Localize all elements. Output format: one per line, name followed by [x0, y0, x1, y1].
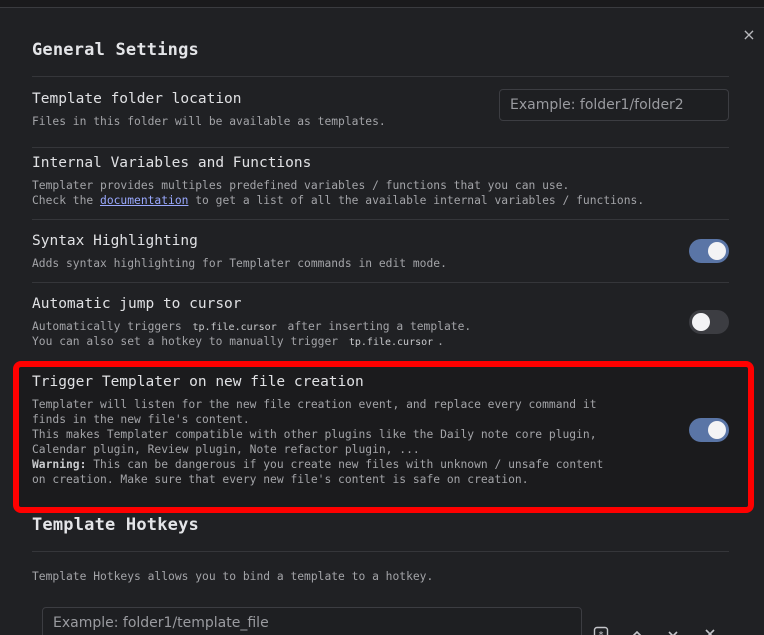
trigger-warning-line1: Warning: This can be dangerous if you cr… — [32, 457, 603, 472]
trigger-desc-line2: finds in the new file's content. — [32, 413, 250, 426]
auto-jump-desc-line2: You can also set a hotkey to manually tr… — [32, 334, 444, 350]
desc-text: . — [437, 335, 444, 348]
trigger-desc-line4: Calendar plugin, Review plugin, Note ref… — [32, 443, 420, 456]
trigger-desc-line3: This makes Templater compatible with oth… — [32, 428, 597, 441]
template-folder-name: Template folder location — [32, 91, 242, 107]
toggle-knob — [708, 421, 726, 439]
desc-text: This can be dangerous if you create new … — [86, 458, 604, 471]
desc-text: Automatically triggers — [32, 320, 189, 333]
internal-vars-desc-line1: Templater provides multiples predefined … — [32, 179, 570, 192]
desc-text: You can also set a hotkey to manually tr… — [32, 335, 345, 348]
documentation-link[interactable]: documentation — [100, 194, 188, 207]
close-icon[interactable] — [698, 624, 722, 635]
code-snippet: tp.file.cursor — [348, 337, 434, 348]
auto-jump-name: Automatic jump to cursor — [32, 296, 242, 312]
general-settings-heading: General Settings — [32, 40, 199, 60]
divider — [32, 219, 729, 220]
trigger-on-create-toggle[interactable] — [689, 418, 729, 442]
syntax-highlighting-toggle[interactable] — [689, 239, 729, 263]
toggle-knob — [708, 242, 726, 260]
toggle-knob — [692, 313, 710, 331]
chevron-down-icon[interactable] — [661, 624, 685, 635]
hotkey-icon[interactable]: * — [589, 624, 613, 635]
trigger-on-create-name: Trigger Templater on new file creation — [32, 374, 364, 390]
desc-text: Check the — [32, 194, 101, 207]
divider — [32, 282, 729, 283]
settings-modal: × General Settings Template folder locat… — [0, 8, 764, 635]
internal-vars-name: Internal Variables and Functions — [32, 155, 312, 171]
window-top-bar — [0, 0, 764, 8]
trigger-desc-line1: Templater will listen for the new file c… — [32, 398, 597, 411]
syntax-highlighting-name: Syntax Highlighting — [32, 233, 198, 249]
template-folder-desc: Files in this folder will be available a… — [32, 115, 386, 128]
internal-vars-desc-line2: Check the documentation to get a list of… — [32, 193, 644, 208]
code-snippet: tp.file.cursor — [192, 322, 277, 333]
divider — [32, 551, 729, 552]
svg-text:*: * — [599, 630, 604, 635]
template-hotkeys-desc: Template Hotkeys allows you to bind a te… — [32, 570, 434, 583]
template-file-input[interactable] — [42, 607, 582, 635]
trigger-warning-line2: on creation. Make sure that every new fi… — [32, 473, 529, 486]
divider — [32, 76, 729, 77]
divider — [32, 147, 729, 148]
auto-jump-desc-line1: Automatically triggers tp.file.cursor af… — [32, 319, 471, 335]
auto-jump-toggle[interactable] — [689, 310, 729, 334]
template-folder-input[interactable] — [499, 89, 729, 121]
close-modal-button[interactable]: × — [739, 25, 759, 45]
chevron-up-icon[interactable] — [625, 624, 649, 635]
syntax-highlighting-desc: Adds syntax highlighting for Templater c… — [32, 257, 447, 270]
desc-text: to get a list of all the available inter… — [188, 194, 645, 207]
template-hotkeys-heading: Template Hotkeys — [32, 515, 199, 535]
warning-label: Warning: — [32, 458, 87, 471]
desc-text: after inserting a template. — [280, 320, 472, 333]
